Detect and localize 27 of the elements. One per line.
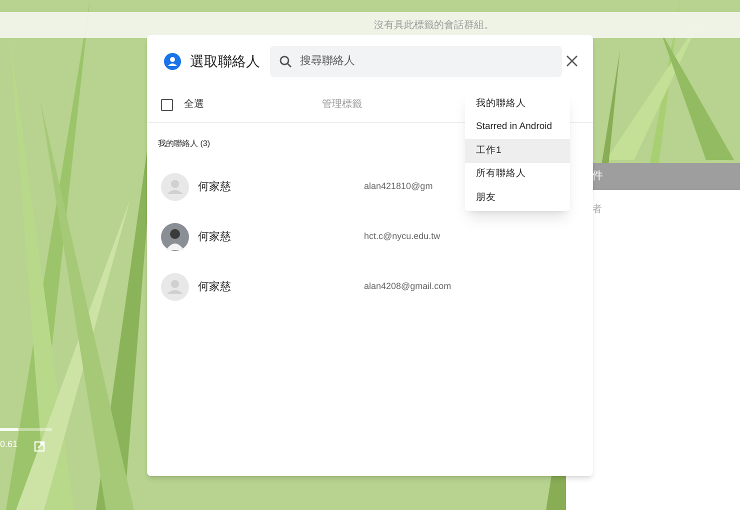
person-icon bbox=[164, 52, 181, 70]
empty-message: 沒有具此標籤的會話群組。 bbox=[374, 18, 494, 32]
contact-avatar bbox=[161, 223, 189, 251]
panel-title: 件 bbox=[592, 169, 603, 184]
menu-item[interactable]: Starred in Android bbox=[465, 116, 570, 139]
contact-email: alan421810@gm bbox=[364, 180, 433, 194]
contact-avatar bbox=[161, 273, 189, 301]
menu-item[interactable]: 工作1 bbox=[465, 139, 570, 162]
contact-email: hct.c@nycu.edu.tw bbox=[364, 230, 440, 244]
search-icon bbox=[279, 54, 292, 68]
select-all-checkbox[interactable] bbox=[161, 98, 173, 110]
select-all-label: 全選 bbox=[184, 98, 204, 112]
contact-name: 何家慈 bbox=[198, 280, 232, 295]
time-text: 0.61 bbox=[0, 438, 18, 451]
menu-item[interactable]: 朋友 bbox=[465, 186, 570, 210]
close-icon bbox=[566, 55, 578, 67]
contact-avatar bbox=[161, 173, 189, 201]
dialog-title: 選取聯絡人 bbox=[190, 52, 260, 70]
contact-name: 何家慈 bbox=[198, 180, 232, 195]
group-heading: 我的聯絡人 (3) bbox=[158, 138, 210, 150]
menu-item[interactable]: 所有聯絡人 bbox=[465, 162, 570, 186]
menu-item[interactable]: 我的聯絡人 bbox=[465, 92, 570, 116]
panel-text: 者 bbox=[592, 204, 602, 215]
contact-email: alan4208@gmail.com bbox=[364, 280, 452, 294]
search-field[interactable]: 搜尋聯絡人 bbox=[270, 46, 562, 76]
close-button[interactable] bbox=[565, 54, 579, 68]
contact-name: 何家慈 bbox=[198, 230, 232, 245]
